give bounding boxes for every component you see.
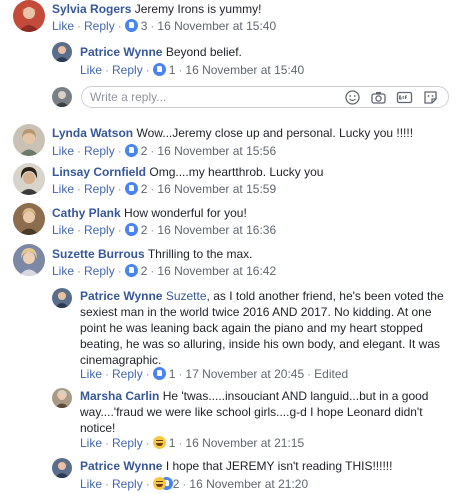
comment-author[interactable]: Linsay Cornfield: [52, 165, 146, 179]
reply-link[interactable]: Reply: [112, 477, 143, 491]
avatar[interactable]: [13, 163, 45, 195]
like-link[interactable]: Like: [80, 436, 102, 450]
reply-link[interactable]: Reply: [84, 264, 115, 278]
reaction-count[interactable]: 1: [169, 367, 176, 381]
like-link[interactable]: Like: [80, 63, 102, 77]
comment-timestamp[interactable]: 16 November at 21:15: [185, 436, 304, 450]
reaction-count[interactable]: 1: [169, 436, 176, 450]
like-link[interactable]: Like: [52, 144, 74, 158]
like-link[interactable]: Like: [80, 477, 102, 491]
comment-timestamp[interactable]: 16 November at 15:40: [185, 63, 304, 77]
like-link[interactable]: Like: [52, 19, 74, 33]
reaction-icons[interactable]: [152, 477, 173, 490]
reaction-count[interactable]: 2: [141, 264, 148, 278]
reaction-count[interactable]: 3: [141, 19, 148, 33]
comment-text: Omg....my heartthrob. Lucky you: [149, 165, 324, 179]
mention-link[interactable]: Suzette: [166, 289, 207, 303]
comment-timestamp[interactable]: 16 November at 16:42: [157, 264, 276, 278]
haha-reaction-icon[interactable]: [152, 436, 166, 449]
comment-text: I hope that JEREMY isn't reading THIS!!!…: [165, 459, 393, 473]
gif-icon[interactable]: [396, 89, 413, 106]
reaction-count[interactable]: 2: [141, 144, 148, 158]
comment-text: Thrilling to the max.: [147, 247, 253, 261]
comment-author[interactable]: Suzette Burrous: [52, 247, 145, 261]
like-link[interactable]: Like: [52, 223, 74, 237]
comment-text: Wow...Jeremy close up and personal. Luck…: [136, 126, 414, 140]
sticker-icon[interactable]: [422, 89, 439, 106]
avatar[interactable]: [13, 0, 45, 32]
avatar[interactable]: [52, 388, 72, 408]
like-link[interactable]: Like: [52, 264, 74, 278]
like-reaction-icon[interactable]: [152, 367, 166, 380]
reply-link[interactable]: Reply: [112, 367, 143, 381]
comment-author[interactable]: Sylvia Rogers: [52, 2, 131, 16]
comment-text: Jeremy Irons is yummy!: [134, 2, 262, 16]
avatar[interactable]: [13, 124, 45, 156]
comment-text: How wonderful for you!: [124, 206, 247, 220]
like-reaction-icon[interactable]: [152, 63, 166, 76]
avatar[interactable]: [13, 244, 45, 276]
current-user-avatar: [52, 87, 72, 107]
avatar[interactable]: [52, 458, 72, 478]
reply-link[interactable]: Reply: [84, 144, 115, 158]
avatar[interactable]: [52, 288, 72, 308]
reply-link[interactable]: Reply: [84, 223, 115, 237]
reaction-count[interactable]: 2: [173, 477, 180, 491]
emoji-icon[interactable]: [344, 89, 361, 106]
comment-timestamp[interactable]: 16 November at 21:20: [189, 477, 308, 491]
avatar[interactable]: [52, 42, 72, 62]
like-link[interactable]: Like: [52, 182, 74, 196]
haha-reaction-icon[interactable]: [152, 477, 166, 490]
comment-timestamp[interactable]: 17 November at 20:45: [185, 367, 304, 381]
like-reaction-icon[interactable]: [124, 182, 138, 195]
reaction-count[interactable]: 1: [169, 63, 176, 77]
comment-text: Beyond belief.: [165, 45, 242, 59]
like-reaction-icon[interactable]: [124, 223, 138, 236]
like-link[interactable]: Like: [80, 367, 102, 381]
edited-label[interactable]: Edited: [314, 367, 348, 381]
comment-author[interactable]: Patrice Wynne: [80, 289, 162, 303]
comment-timestamp[interactable]: 16 November at 16:36: [157, 223, 276, 237]
reaction-count[interactable]: 2: [141, 182, 148, 196]
like-reaction-icon[interactable]: [124, 264, 138, 277]
comment-timestamp[interactable]: 16 November at 15:59: [157, 182, 276, 196]
comment-timestamp[interactable]: 16 November at 15:40: [157, 19, 276, 33]
reply-link[interactable]: Reply: [84, 182, 115, 196]
like-reaction-icon[interactable]: [124, 19, 138, 32]
reply-link[interactable]: Reply: [84, 19, 115, 33]
reaction-count[interactable]: 2: [141, 223, 148, 237]
reply-link[interactable]: Reply: [112, 63, 143, 77]
reply-input[interactable]: [90, 89, 330, 105]
avatar[interactable]: [13, 203, 45, 235]
comment-timestamp[interactable]: 16 November at 15:56: [157, 144, 276, 158]
like-reaction-icon[interactable]: [124, 144, 138, 157]
camera-icon[interactable]: [370, 89, 387, 106]
comment-author[interactable]: Patrice Wynne: [80, 45, 162, 59]
comment-author[interactable]: Lynda Watson: [52, 126, 133, 140]
comment-author[interactable]: Cathy Plank: [52, 206, 121, 220]
reply-link[interactable]: Reply: [112, 436, 143, 450]
reply-composer[interactable]: [81, 86, 449, 108]
comment-author[interactable]: Patrice Wynne: [80, 459, 162, 473]
comment-author[interactable]: Marsha Carlin: [80, 389, 159, 403]
